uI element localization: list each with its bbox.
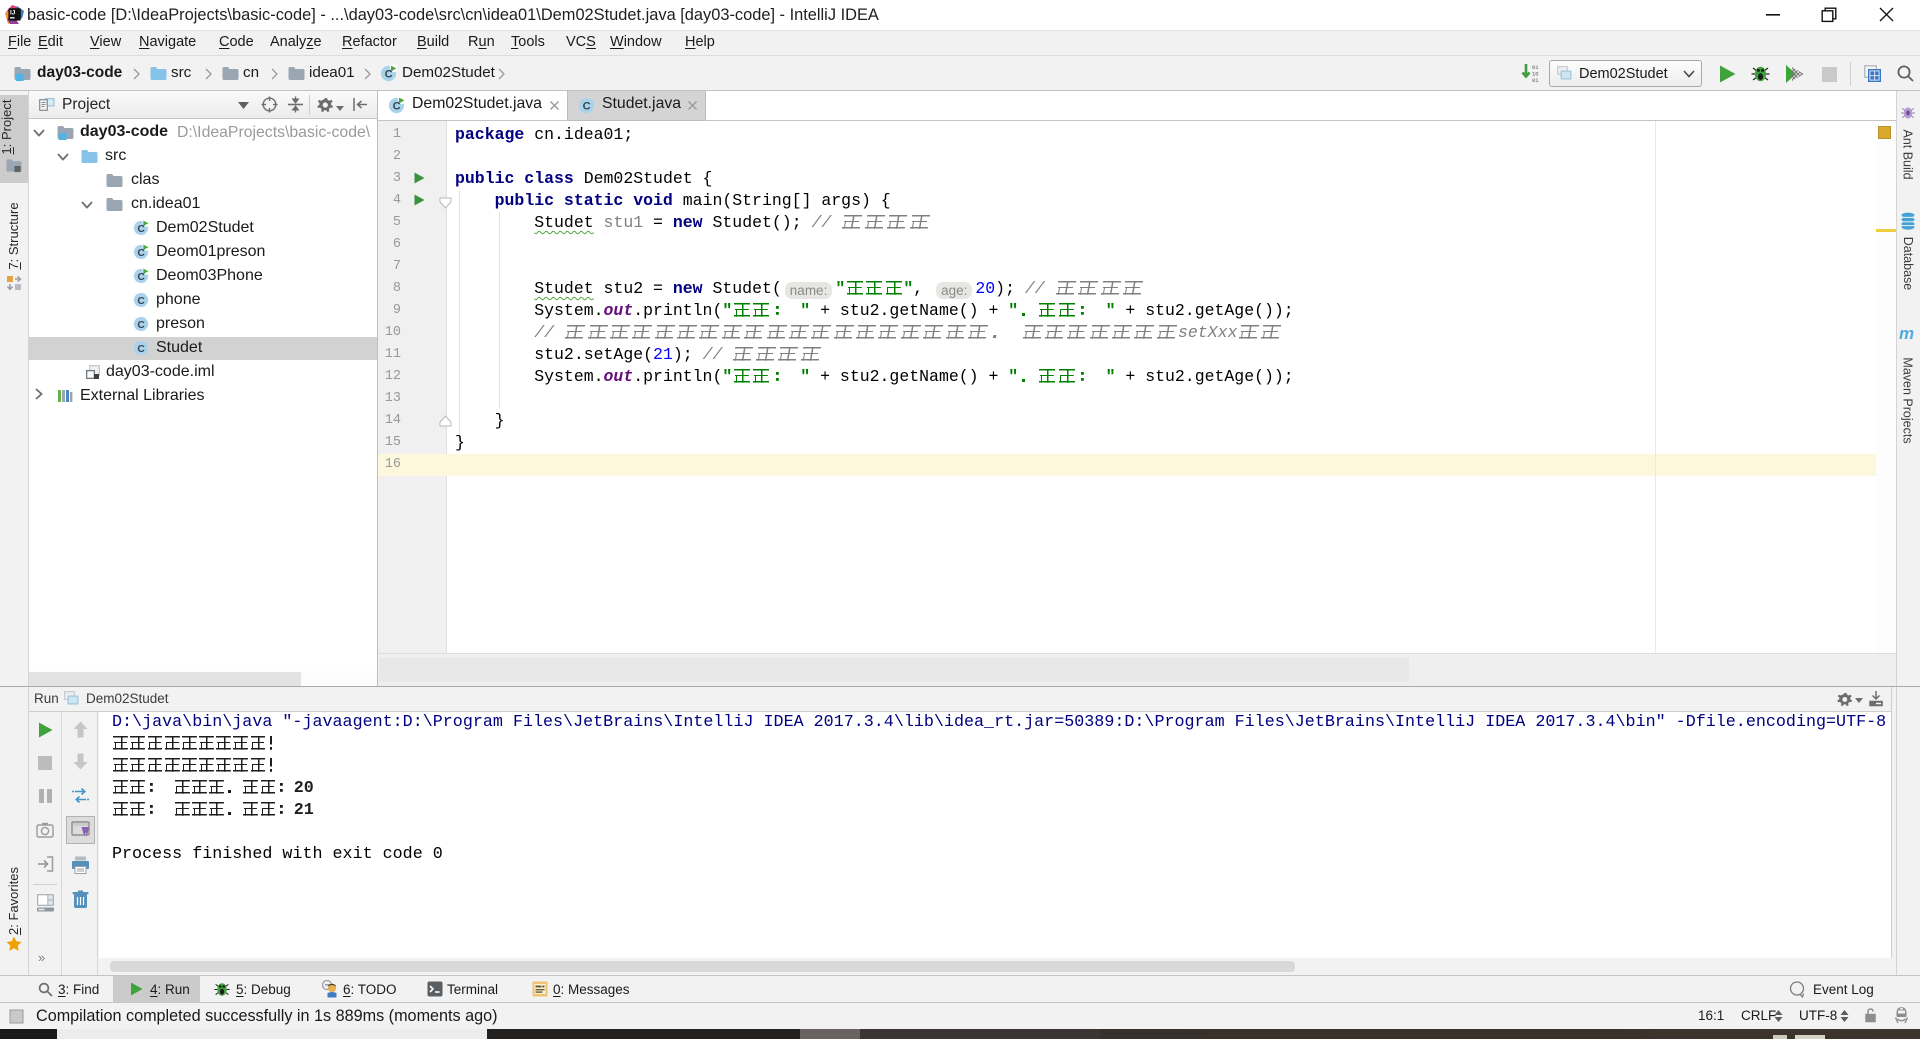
svg-text:01: 01 xyxy=(1532,77,1539,84)
svg-text:C: C xyxy=(137,344,145,355)
svg-text:IJ: IJ xyxy=(10,10,16,17)
svg-text:C: C xyxy=(137,296,145,307)
svg-text:C: C xyxy=(137,320,145,331)
svg-text:C: C xyxy=(583,101,591,113)
